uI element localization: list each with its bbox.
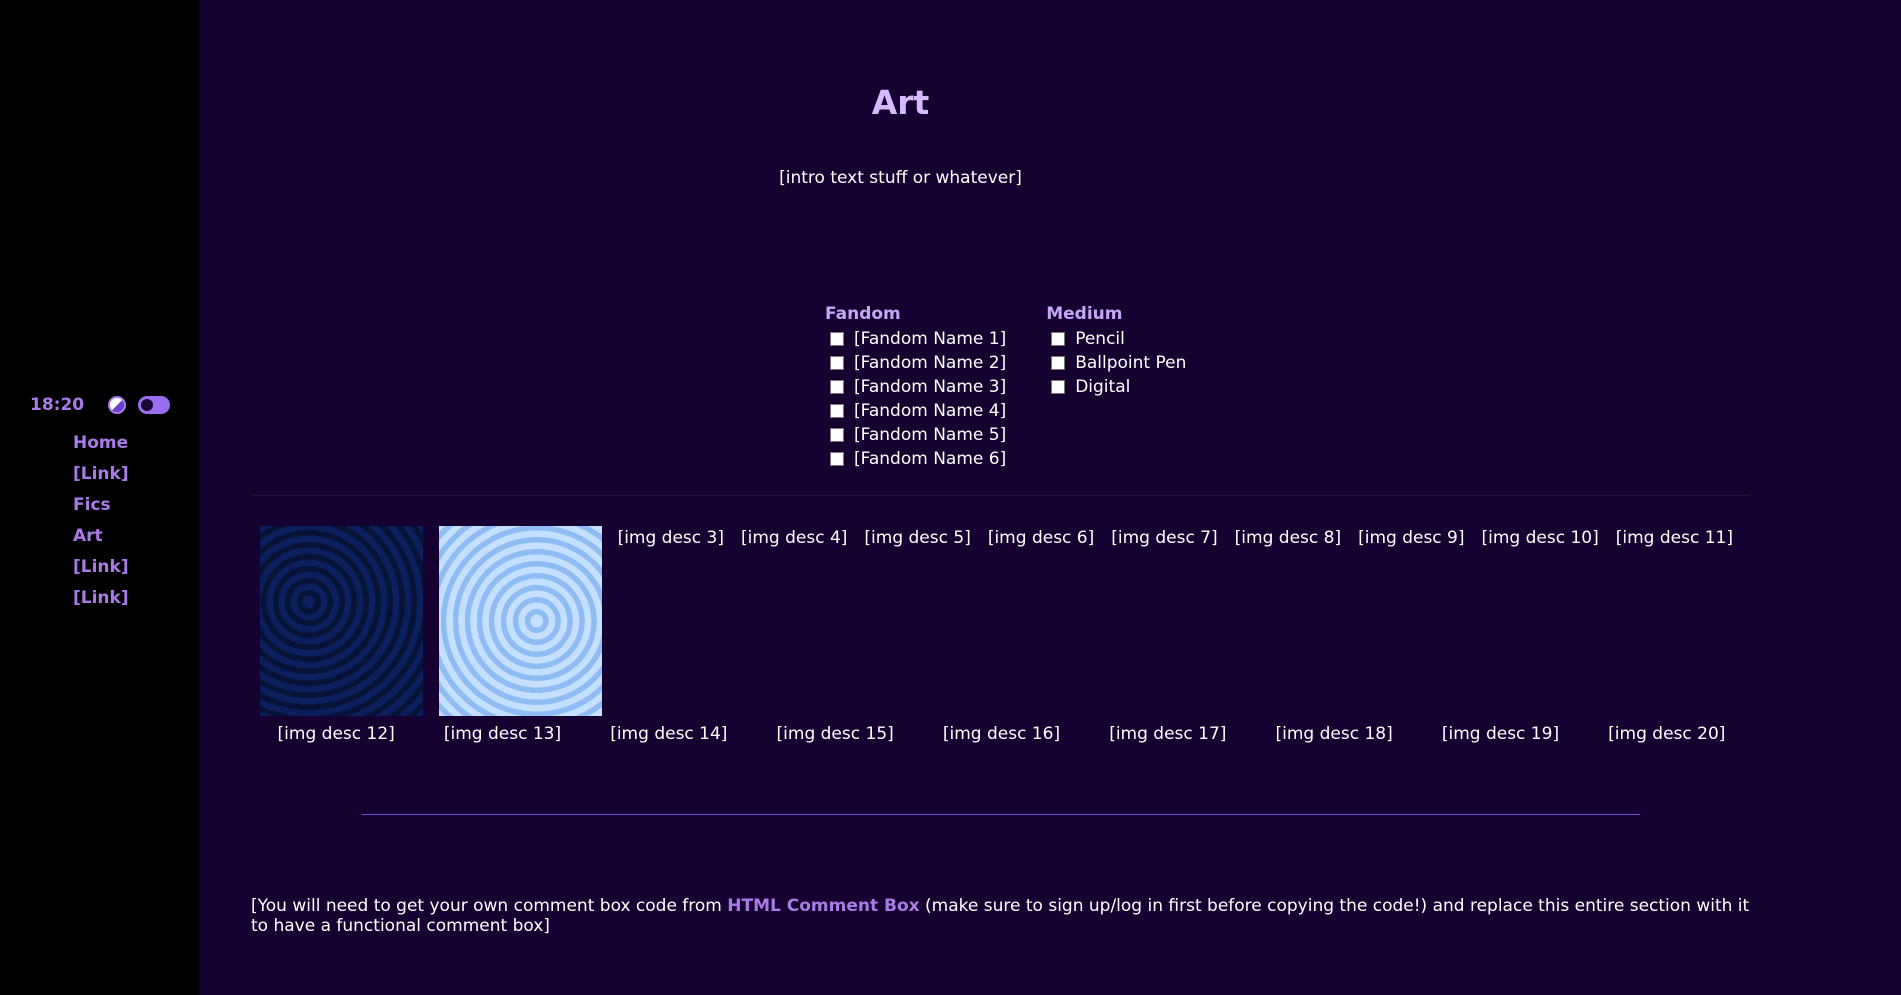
fandom-heading: Fandom	[825, 304, 901, 324]
image-desc[interactable]: [img desc 14]	[586, 724, 752, 744]
divider	[252, 495, 1750, 496]
fandom-filter-group: Fandom [Fandom Name 1] [Fandom Name 2] […	[825, 304, 1006, 471]
image-desc[interactable]: [img desc 4]	[741, 528, 847, 548]
medium-filter-pencil[interactable]: Pencil	[1046, 327, 1186, 351]
medium-filter-ballpoint[interactable]: Ballpoint Pen	[1046, 351, 1186, 375]
toggle-knob	[141, 399, 153, 411]
filter-label: [Fandom Name 1]	[854, 329, 1007, 349]
nav-link-home[interactable]: Home	[73, 431, 129, 462]
gallery: [img desc 3] [img desc 4] [img desc 5] […	[260, 526, 1750, 744]
image-desc[interactable]: [img desc 11]	[1616, 528, 1733, 548]
filter-label: [Fandom Name 6]	[854, 449, 1007, 469]
theme-toggle-icon[interactable]	[138, 396, 170, 414]
filter-label: [Fandom Name 5]	[854, 425, 1007, 445]
checkbox[interactable]	[830, 332, 844, 346]
image-desc[interactable]: [img desc 19]	[1417, 724, 1583, 744]
main-content: Art [intro text stuff or whatever] Fando…	[200, 0, 1901, 995]
image-desc[interactable]: [img desc 12]	[253, 724, 419, 744]
image-desc[interactable]: [img desc 16]	[918, 724, 1084, 744]
image-desc[interactable]: [img desc 6]	[988, 528, 1094, 548]
nav-link-3[interactable]: [Link]	[73, 586, 129, 617]
checkbox[interactable]	[1051, 356, 1066, 370]
fandom-filter-6[interactable]: [Fandom Name 6]	[825, 447, 1006, 471]
gallery-image[interactable]	[260, 526, 423, 716]
clock: 18:20	[30, 395, 85, 415]
fandom-filter-2[interactable]: [Fandom Name 2]	[825, 351, 1006, 375]
checkbox[interactable]	[830, 452, 844, 466]
nav-link-art[interactable]: Art	[73, 524, 129, 555]
checkbox[interactable]	[830, 380, 844, 394]
checkbox[interactable]	[830, 428, 844, 442]
medium-heading: Medium	[1046, 304, 1123, 324]
filters: Fandom [Fandom Name 1] [Fandom Name 2] […	[825, 304, 1226, 471]
fandom-filter-4[interactable]: [Fandom Name 4]	[825, 399, 1006, 423]
contrast-icon[interactable]	[108, 396, 126, 414]
comment-text-before: [You will need to get your own comment b…	[251, 896, 728, 916]
image-desc[interactable]: [img desc 13]	[419, 724, 585, 744]
checkbox[interactable]	[1051, 380, 1066, 394]
filter-label: Ballpoint Pen	[1075, 353, 1187, 373]
sidebar: 18:20 Home [Link] Fics Art [Link] [Link]	[0, 0, 200, 995]
filter-label: [Fandom Name 2]	[854, 353, 1007, 373]
checkbox[interactable]	[830, 356, 844, 370]
nav-link-2[interactable]: [Link]	[73, 555, 129, 586]
comment-box-link[interactable]: HTML Comment Box	[727, 896, 919, 916]
medium-filter-digital[interactable]: Digital	[1046, 375, 1186, 399]
filter-label: Digital	[1075, 377, 1131, 397]
checkbox[interactable]	[830, 404, 844, 418]
image-desc[interactable]: [img desc 17]	[1085, 724, 1251, 744]
page-title: Art	[871, 83, 930, 122]
filter-label: [Fandom Name 3]	[854, 377, 1007, 397]
checkbox[interactable]	[1051, 332, 1066, 346]
comment-box-placeholder: [You will need to get your own comment b…	[251, 896, 1761, 936]
image-desc[interactable]: [img desc 20]	[1584, 724, 1750, 744]
nav-link-1[interactable]: [Link]	[73, 462, 129, 493]
section-divider	[362, 814, 1640, 815]
image-desc[interactable]: [img desc 7]	[1111, 528, 1217, 548]
image-desc[interactable]: [img desc 10]	[1482, 528, 1599, 548]
image-desc[interactable]: [img desc 9]	[1358, 528, 1464, 548]
fandom-filter-5[interactable]: [Fandom Name 5]	[825, 423, 1006, 447]
image-desc[interactable]: [img desc 18]	[1251, 724, 1417, 744]
medium-filter-group: Medium Pencil Ballpoint Pen Digital	[1046, 304, 1186, 471]
image-desc[interactable]: [img desc 5]	[864, 528, 970, 548]
filter-label: Pencil	[1075, 329, 1125, 349]
image-desc[interactable]: [img desc 15]	[752, 724, 918, 744]
intro-text: [intro text stuff or whatever]	[779, 168, 1022, 188]
fandom-filter-1[interactable]: [Fandom Name 1]	[825, 327, 1006, 351]
sidebar-nav: Home [Link] Fics Art [Link] [Link]	[73, 431, 129, 617]
gallery-row: [img desc 3] [img desc 4] [img desc 5] […	[260, 526, 1750, 716]
filter-label: [Fandom Name 4]	[854, 401, 1007, 421]
fandom-filter-3[interactable]: [Fandom Name 3]	[825, 375, 1006, 399]
sidebar-topbar: 18:20	[30, 393, 175, 417]
nav-link-fics[interactable]: Fics	[73, 493, 129, 524]
gallery-row: [img desc 12] [img desc 13] [img desc 14…	[253, 724, 1750, 744]
gallery-image[interactable]	[438, 526, 602, 716]
image-desc[interactable]: [img desc 8]	[1235, 528, 1341, 548]
image-desc[interactable]: [img desc 3]	[618, 528, 724, 548]
